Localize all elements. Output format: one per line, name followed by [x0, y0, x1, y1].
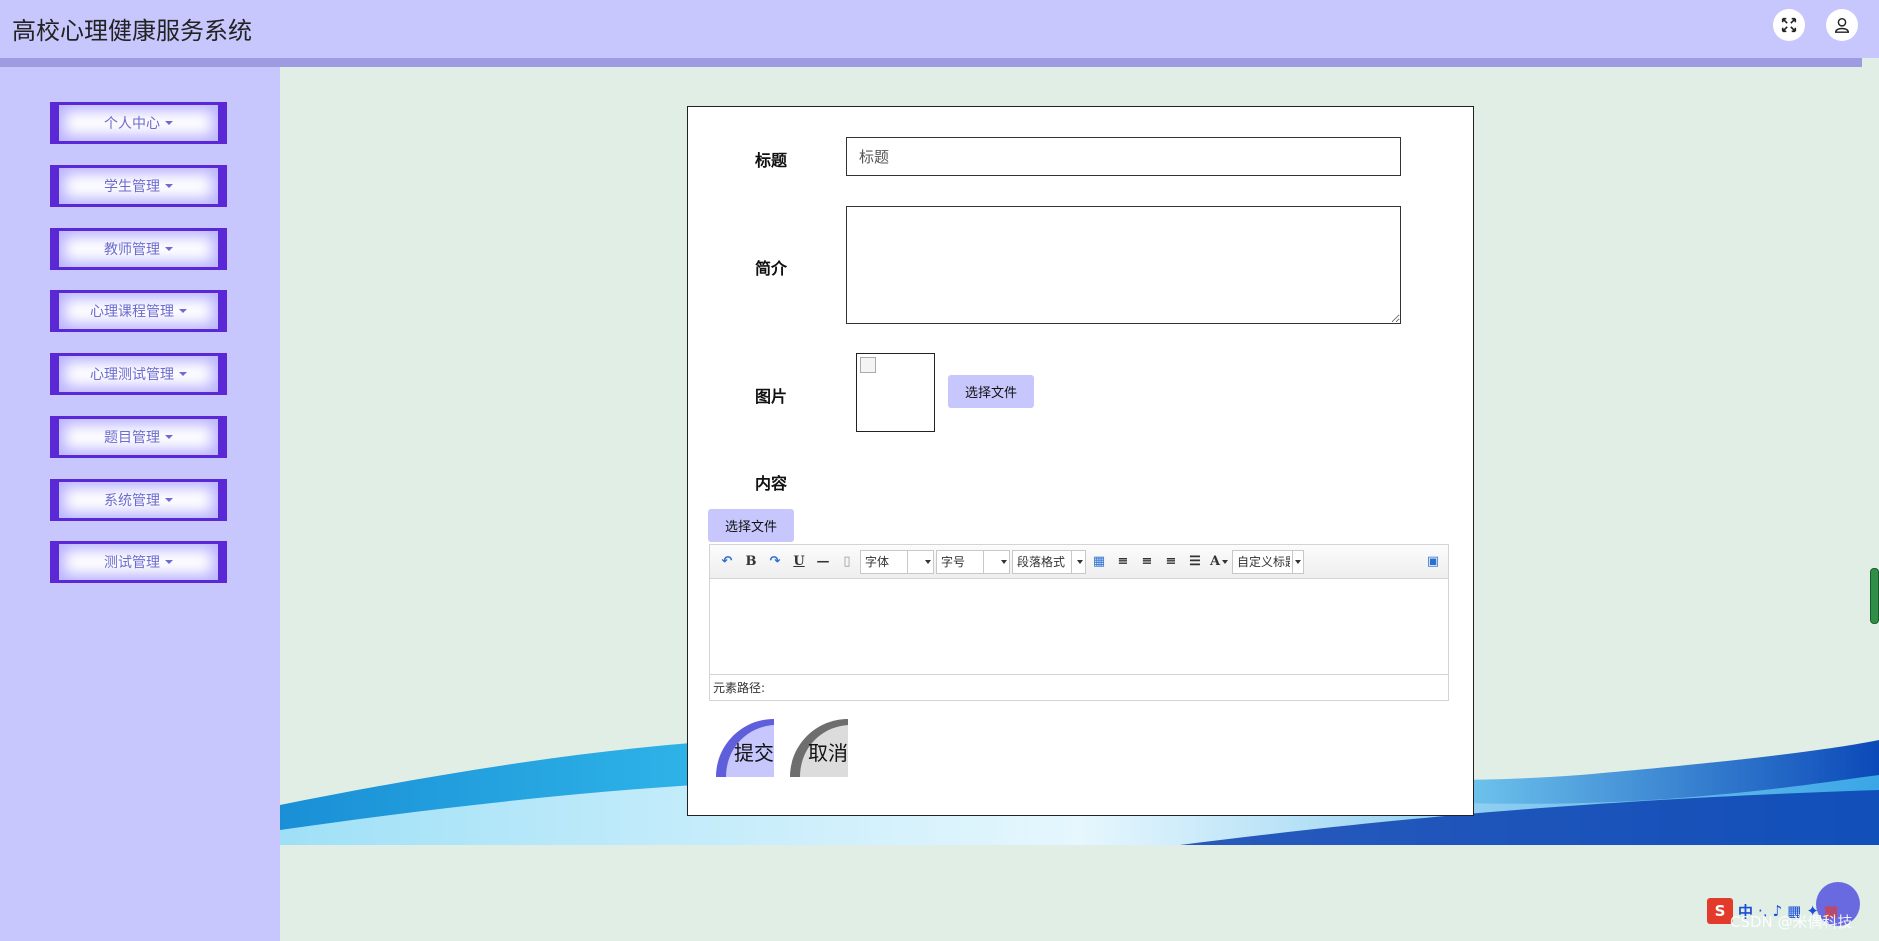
paragraph-select[interactable]: 段落格式	[1012, 549, 1086, 574]
chevron-down-icon	[924, 559, 931, 564]
sidebar-item-system-management[interactable]: 系统管理	[50, 479, 227, 521]
chevron-down-icon	[165, 560, 173, 564]
font-family-select-label: 字体	[865, 555, 890, 569]
element-path-label: 元素路径:	[713, 681, 766, 695]
sidebar-item-test-management[interactable]: 心理测试管理	[50, 353, 227, 395]
scrollbar-thumb[interactable]	[1870, 568, 1879, 624]
watermark: CSDN @米偶科技	[1730, 913, 1853, 931]
chevron-down-icon	[1222, 559, 1229, 564]
editor-toolbar: ↶ B ↷ U — ▯ 字体 字号 段落格式 ▦ ≡ ≡ ≡ ☰ A 自定义标题…	[710, 545, 1448, 579]
submit-button-label: 提交	[734, 741, 774, 765]
sidebar: 个人中心 学生管理 教师管理 心理课程管理 心理测试管理 题目管理 系统管理 测…	[0, 67, 280, 941]
sidebar-item-label: 心理测试管理	[90, 367, 174, 383]
image-preview	[856, 353, 935, 432]
sidebar-item-exam-management[interactable]: 测试管理	[50, 541, 227, 583]
fullscreen-button[interactable]	[1773, 9, 1805, 41]
undo-icon[interactable]: ↶	[716, 551, 738, 573]
top-header: 高校心理健康服务系统	[0, 0, 1879, 67]
element-path-bar: 元素路径:	[710, 674, 1448, 698]
underline-icon[interactable]: U	[788, 551, 810, 573]
sidebar-item-label: 题目管理	[104, 430, 160, 446]
font-family-select[interactable]: 字体	[860, 549, 934, 574]
paste-icon[interactable]: ▯	[836, 551, 858, 573]
text-color-icon[interactable]: A	[1208, 551, 1230, 573]
header-accent-bar	[0, 58, 1862, 67]
chevron-down-icon	[165, 247, 173, 251]
sidebar-item-course-management[interactable]: 心理课程管理	[50, 290, 227, 332]
align-justify-icon[interactable]: ☰	[1184, 551, 1206, 573]
title-input[interactable]	[846, 137, 1401, 176]
fullscreen-icon	[1781, 17, 1797, 33]
chevron-down-icon	[165, 435, 173, 439]
redo-icon[interactable]: ↷	[764, 551, 786, 573]
chevron-down-icon	[165, 498, 173, 502]
sidebar-item-label: 测试管理	[104, 555, 160, 571]
align-right-icon[interactable]: ≡	[1136, 551, 1158, 573]
sidebar-item-student-management[interactable]: 学生管理	[50, 165, 227, 207]
bold-icon[interactable]: B	[740, 551, 762, 573]
page-bottom-bg	[280, 845, 1879, 941]
custom-title-select-label: 自定义标题	[1237, 555, 1290, 569]
custom-title-select[interactable]: 自定义标题	[1232, 549, 1304, 574]
edit-form: 标题 简介 图片 选择文件 内容 选择文件 ↶ B ↷ U — ▯ 字体 字号 …	[687, 106, 1474, 816]
preview-icon[interactable]: ▣	[1422, 551, 1444, 573]
intro-label: 简介	[755, 259, 788, 278]
image-file-button[interactable]: 选择文件	[948, 375, 1034, 408]
image-label: 图片	[755, 387, 788, 406]
horizontal-rule-icon[interactable]: —	[812, 551, 834, 573]
chevron-down-icon	[1000, 559, 1007, 564]
user-icon	[1834, 17, 1850, 33]
content-label: 内容	[755, 474, 788, 493]
chevron-down-icon	[165, 184, 173, 188]
sidebar-item-label: 个人中心	[104, 116, 160, 132]
cancel-button[interactable]: 取消	[790, 719, 848, 777]
rich-text-editor: ↶ B ↷ U — ▯ 字体 字号 段落格式 ▦ ≡ ≡ ≡ ☰ A 自定义标题…	[709, 544, 1449, 701]
paragraph-select-label: 段落格式	[1017, 555, 1066, 569]
sidebar-item-personal-center[interactable]: 个人中心	[50, 102, 227, 144]
chevron-down-icon	[1076, 559, 1083, 564]
user-button[interactable]	[1826, 9, 1858, 41]
font-size-select[interactable]: 字号	[936, 549, 1010, 574]
text-color-glyph: A	[1209, 554, 1221, 569]
align-left-icon[interactable]: ≡	[1112, 551, 1134, 573]
app-title: 高校心理健康服务系统	[12, 17, 252, 45]
sidebar-item-label: 心理课程管理	[90, 304, 174, 320]
chevron-down-icon	[179, 309, 187, 313]
submit-button[interactable]: 提交	[716, 719, 774, 777]
broken-image-icon	[860, 357, 876, 373]
intro-textarea[interactable]	[846, 206, 1401, 324]
sidebar-item-label: 系统管理	[104, 493, 160, 509]
font-size-select-label: 字号	[941, 555, 966, 569]
content-file-button[interactable]: 选择文件	[708, 509, 794, 542]
table-icon[interactable]: ▦	[1088, 551, 1110, 573]
cancel-button-label: 取消	[808, 741, 848, 765]
title-label: 标题	[755, 151, 788, 170]
chevron-down-icon	[1295, 559, 1301, 564]
chevron-down-icon	[179, 372, 187, 376]
editor-content-area[interactable]	[710, 579, 1448, 674]
sidebar-item-teacher-management[interactable]: 教师管理	[50, 228, 227, 270]
sidebar-item-label: 学生管理	[104, 179, 160, 195]
sidebar-item-question-management[interactable]: 题目管理	[50, 416, 227, 458]
sidebar-item-label: 教师管理	[104, 242, 160, 258]
chevron-down-icon	[165, 121, 173, 125]
align-center-icon[interactable]: ≡	[1160, 551, 1182, 573]
